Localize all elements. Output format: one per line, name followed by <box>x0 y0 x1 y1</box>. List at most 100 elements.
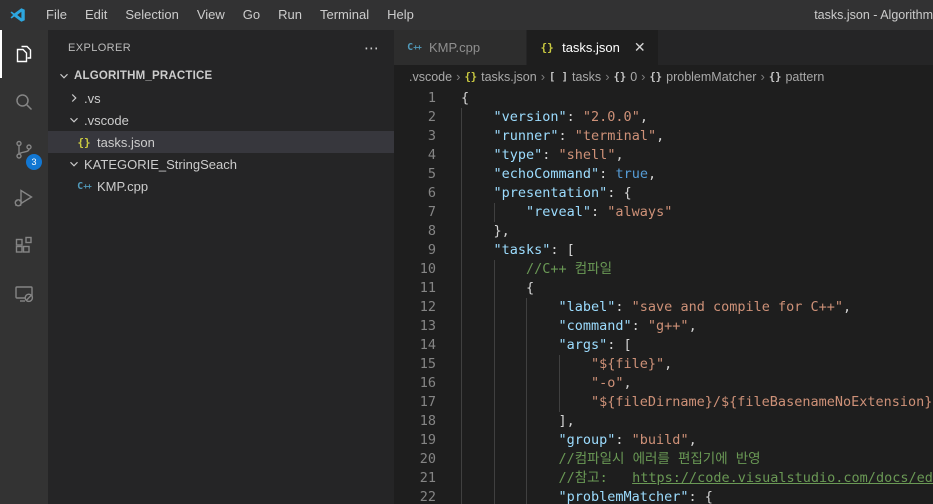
explorer-tree: ALGORITHM_PRACTICE .vs .vscode {} tasks.json… <box>48 65 394 197</box>
line-number: 11 <box>419 280 436 296</box>
breadcrumb-vscode[interactable]: .vscode <box>409 70 452 84</box>
indent-guide <box>461 431 494 450</box>
line-number: 10 <box>419 261 436 277</box>
line-number: 12 <box>419 299 436 315</box>
indent-guide <box>461 127 494 146</box>
indent-guide <box>494 469 527 488</box>
line-number: 2 <box>427 109 436 125</box>
code-line-1: 1{ <box>394 89 933 108</box>
breadcrumb-tasks[interactable]: [ ] tasks <box>549 70 601 84</box>
indent-guide <box>526 374 559 393</box>
breadcrumbs: .vscode ›{} tasks.json ›[ ] tasks ›{} 0 ›{} prob… <box>394 65 933 88</box>
menu-edit[interactable]: Edit <box>76 0 116 30</box>
indent-guide <box>526 469 559 488</box>
tree-item-kmp-cpp[interactable]: C++ KMP.cpp <box>48 175 394 197</box>
menu-selection[interactable]: Selection <box>116 0 187 30</box>
indent-guide <box>494 355 527 374</box>
tab-kmp-cpp[interactable]: C++ KMP.cpp <box>394 30 528 65</box>
code-line-6: 6 "presentation": { <box>394 184 933 203</box>
sidebar-header: EXPLORER ⋯ <box>48 30 394 65</box>
workbench: 3 EXPLORER ⋯ ALGORITHM_PRACTICE .vs .vscod… <box>0 30 933 504</box>
cpp-file-icon: C++ <box>407 42 422 53</box>
indent-guide <box>494 431 527 450</box>
title-bar: File Edit Selection View Go Run Terminal Help t… <box>0 0 933 30</box>
code-line-19: 19 "group": "build", <box>394 431 933 450</box>
indent-guide <box>494 203 527 222</box>
object-symbol-icon: {} <box>613 70 627 83</box>
menu-terminal[interactable]: Terminal <box>311 0 378 30</box>
tree-item-label: .vs <box>84 90 101 106</box>
breadcrumb-separator-icon: › <box>456 69 461 84</box>
indent-guide <box>494 450 527 469</box>
line-number: 22 <box>419 489 436 504</box>
source-control-badge: 3 <box>26 154 42 170</box>
line-number: 3 <box>427 128 436 144</box>
chevron-down-icon <box>66 156 82 172</box>
tree-item-kategorie-stringseach[interactable]: KATEGORIE_StringSeach <box>48 153 394 175</box>
menu-go[interactable]: Go <box>234 0 269 30</box>
remote-explorer-icon[interactable] <box>0 270 48 318</box>
indent-guide <box>461 108 494 127</box>
indent-guide <box>461 222 494 241</box>
breadcrumb-problemmatcher[interactable]: {} problemMatcher <box>649 70 756 84</box>
code-line-18: 18], <box>394 412 933 431</box>
indent-guide <box>461 165 494 184</box>
menu-help[interactable]: Help <box>378 0 423 30</box>
code-line-9: 9 "tasks": [ <box>394 241 933 260</box>
close-icon[interactable]: ✕ <box>634 39 646 56</box>
breadcrumb-0[interactable]: {} 0 <box>614 70 638 84</box>
indent-guide <box>461 393 494 412</box>
explorer-sidebar: EXPLORER ⋯ ALGORITHM_PRACTICE .vs .vscode {… <box>48 30 394 504</box>
tree-item-tasks-json[interactable]: {} tasks.json <box>48 131 394 153</box>
extensions-icon[interactable] <box>0 222 48 270</box>
breadcrumb-separator-icon: › <box>641 69 646 84</box>
line-number: 4 <box>427 147 436 163</box>
menu-file[interactable]: File <box>37 0 76 30</box>
json-file-icon: {} <box>77 135 91 149</box>
indent-guide <box>526 412 559 431</box>
search-icon[interactable] <box>0 78 48 126</box>
object-symbol-icon: {} <box>649 70 663 83</box>
code-line-13: 13 "command": "g++", <box>394 317 933 336</box>
source-control-icon[interactable]: 3 <box>0 126 48 174</box>
indent-guide <box>494 317 527 336</box>
line-number: 16 <box>419 375 436 391</box>
breadcrumb-label: 0 <box>630 69 638 84</box>
indent-guide <box>461 279 494 298</box>
breadcrumb-tasks-json[interactable]: {} tasks.json <box>464 70 536 84</box>
tree-item-vscode[interactable]: .vscode <box>48 109 394 131</box>
breadcrumb-pattern[interactable]: {} pattern <box>769 70 825 84</box>
code-line-7: 7 "reveal": "always" <box>394 203 933 222</box>
json-file-icon: {} <box>540 41 554 54</box>
chevron-down-icon <box>56 68 72 84</box>
indent-guide <box>526 355 559 374</box>
line-number: 8 <box>427 223 436 239</box>
indent-guide <box>461 260 494 279</box>
tree-item-vs[interactable]: .vs <box>48 87 394 109</box>
code-area[interactable]: 1{2 "version": "2.0.0", 3 "runner": "termin… <box>394 88 933 504</box>
tree-item-algorithm-practice[interactable]: ALGORITHM_PRACTICE <box>48 65 394 87</box>
code-line-15: 15 "${file}", <box>394 355 933 374</box>
code-line-12: 12 "label": "save and compile for C++", <box>394 298 933 317</box>
object-symbol-icon: {} <box>768 70 782 83</box>
indent-guide <box>461 336 494 355</box>
explorer-icon[interactable] <box>0 30 48 78</box>
indent-guide <box>461 469 494 488</box>
menu-view[interactable]: View <box>188 0 234 30</box>
line-number: 18 <box>419 413 436 429</box>
line-number: 5 <box>427 166 436 182</box>
indent-guide <box>461 203 494 222</box>
vscode-logo-icon <box>9 6 27 24</box>
indent-guide <box>559 374 592 393</box>
more-actions-icon[interactable]: ⋯ <box>364 39 380 57</box>
menu-run[interactable]: Run <box>269 0 311 30</box>
tab-tasks-json[interactable]: {} tasks.json ✕ <box>527 30 659 65</box>
chevron-right-icon <box>66 90 82 106</box>
indent-guide <box>494 336 527 355</box>
tree-item-label: .vscode <box>84 112 129 128</box>
code-line-2: 2 "version": "2.0.0", <box>394 108 933 127</box>
run-and-debug-icon[interactable] <box>0 174 48 222</box>
chevron-down-icon <box>66 112 82 128</box>
line-number: 14 <box>419 337 436 353</box>
json-file-icon: {} <box>464 70 478 83</box>
